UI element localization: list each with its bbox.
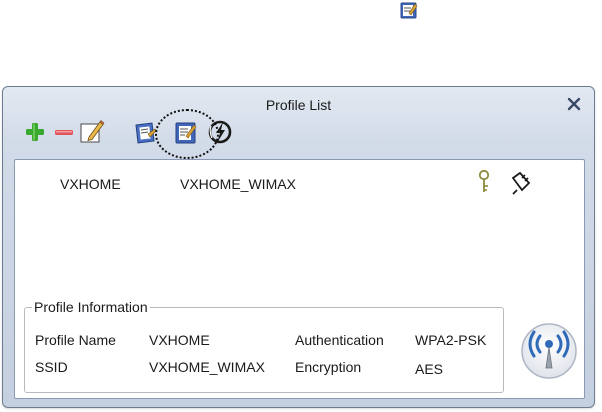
profile-name-value: VXHOME — [149, 332, 210, 348]
wireless-signal-icon — [521, 323, 577, 379]
connect-plug-icon[interactable] — [508, 170, 534, 196]
profile-information-group: Profile Information Profile Name VXHOME … — [24, 299, 504, 393]
profile-name: VXHOME — [60, 176, 121, 192]
profile-ssid: VXHOME_WIMAX — [180, 176, 296, 192]
export-profile-icon — [399, 0, 419, 20]
import-icon — [135, 122, 157, 144]
wps-icon — [208, 120, 232, 144]
remove-profile-button[interactable] — [50, 117, 78, 147]
key-icon — [474, 169, 494, 195]
window-title: Profile List — [265, 97, 332, 113]
profile-row[interactable]: VXHOME VXHOME_WIMAX — [15, 160, 584, 200]
import-profile-button[interactable] — [132, 117, 160, 147]
authentication-value: WPA2-PSK — [415, 332, 487, 348]
profile-name-label: Profile Name — [35, 332, 116, 348]
close-icon[interactable] — [566, 96, 582, 112]
profile-information-legend: Profile Information — [32, 299, 150, 315]
add-profile-button[interactable] — [22, 117, 50, 147]
wireless-signal-button[interactable] — [519, 321, 579, 381]
toolbar — [22, 117, 252, 149]
export-profile-button[interactable] — [172, 117, 200, 147]
add-icon — [26, 123, 44, 141]
wps-button[interactable] — [206, 117, 234, 147]
ssid-label: SSID — [35, 359, 68, 375]
encryption-value: AES — [415, 361, 444, 377]
edit-icon — [80, 120, 105, 143]
authentication-label: Authentication — [295, 332, 384, 348]
encryption-label: Encryption — [295, 359, 362, 375]
edit-profile-button[interactable] — [78, 117, 106, 147]
ssid-value: VXHOME_WIMAX — [149, 359, 265, 375]
export-icon — [175, 122, 197, 144]
profile-list-window: Profile List VXHOME VXHOME_WIMAX Profile… — [2, 86, 595, 408]
profile-list: VXHOME VXHOME_WIMAX Profile Information … — [14, 159, 585, 399]
remove-icon — [55, 130, 73, 135]
